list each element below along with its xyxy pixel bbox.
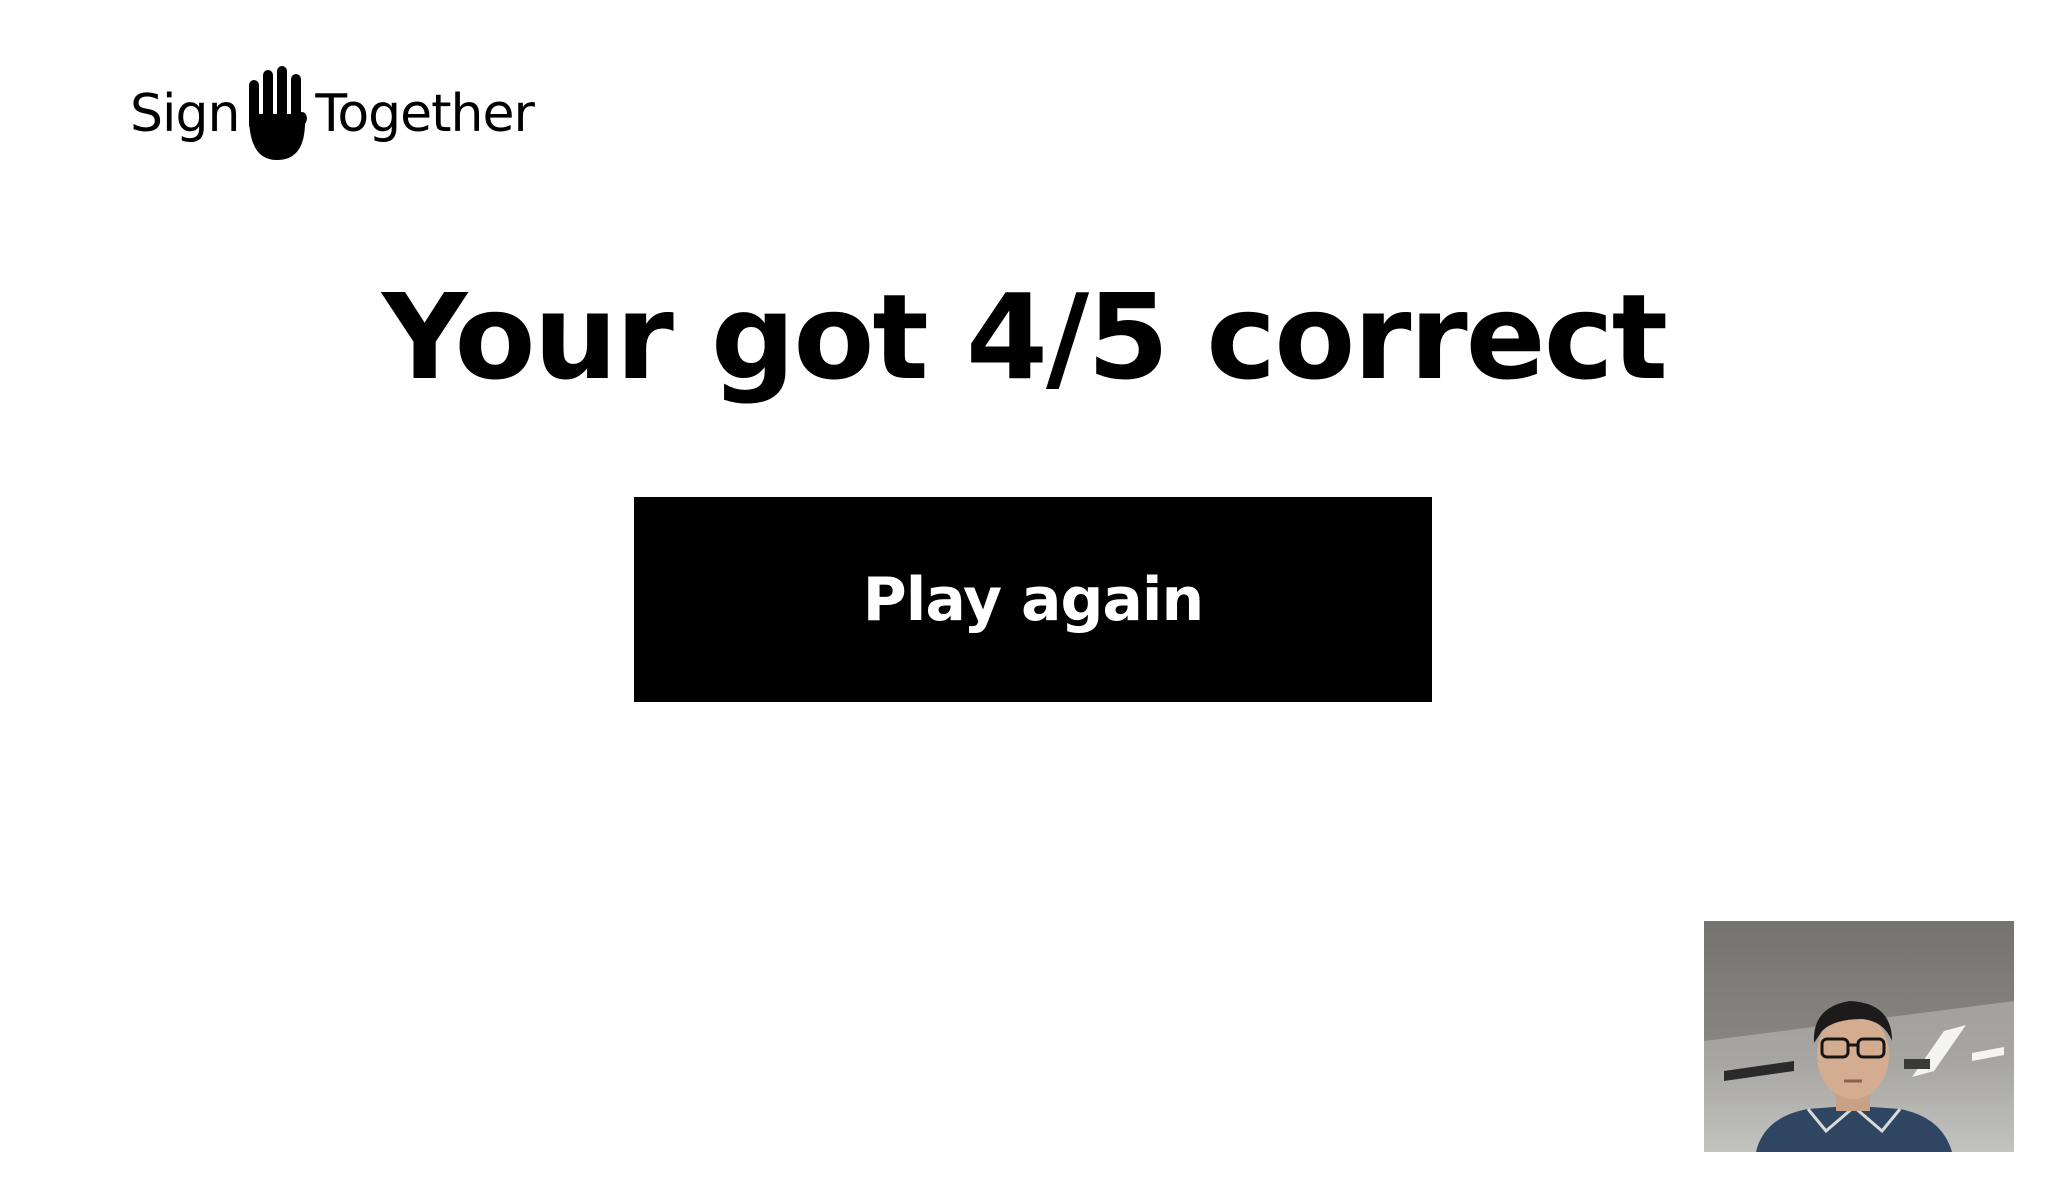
- logo-word-sign: Sign: [130, 84, 240, 144]
- webcam-preview: [1704, 921, 2014, 1152]
- play-again-button[interactable]: Play again: [634, 497, 1432, 702]
- sign-together-logo[interactable]: Sign Together: [130, 64, 535, 164]
- logo-word-together: Together: [315, 84, 534, 144]
- score-heading: Your got 4/5 correct: [381, 268, 1668, 406]
- raised-hand-icon: [249, 66, 308, 160]
